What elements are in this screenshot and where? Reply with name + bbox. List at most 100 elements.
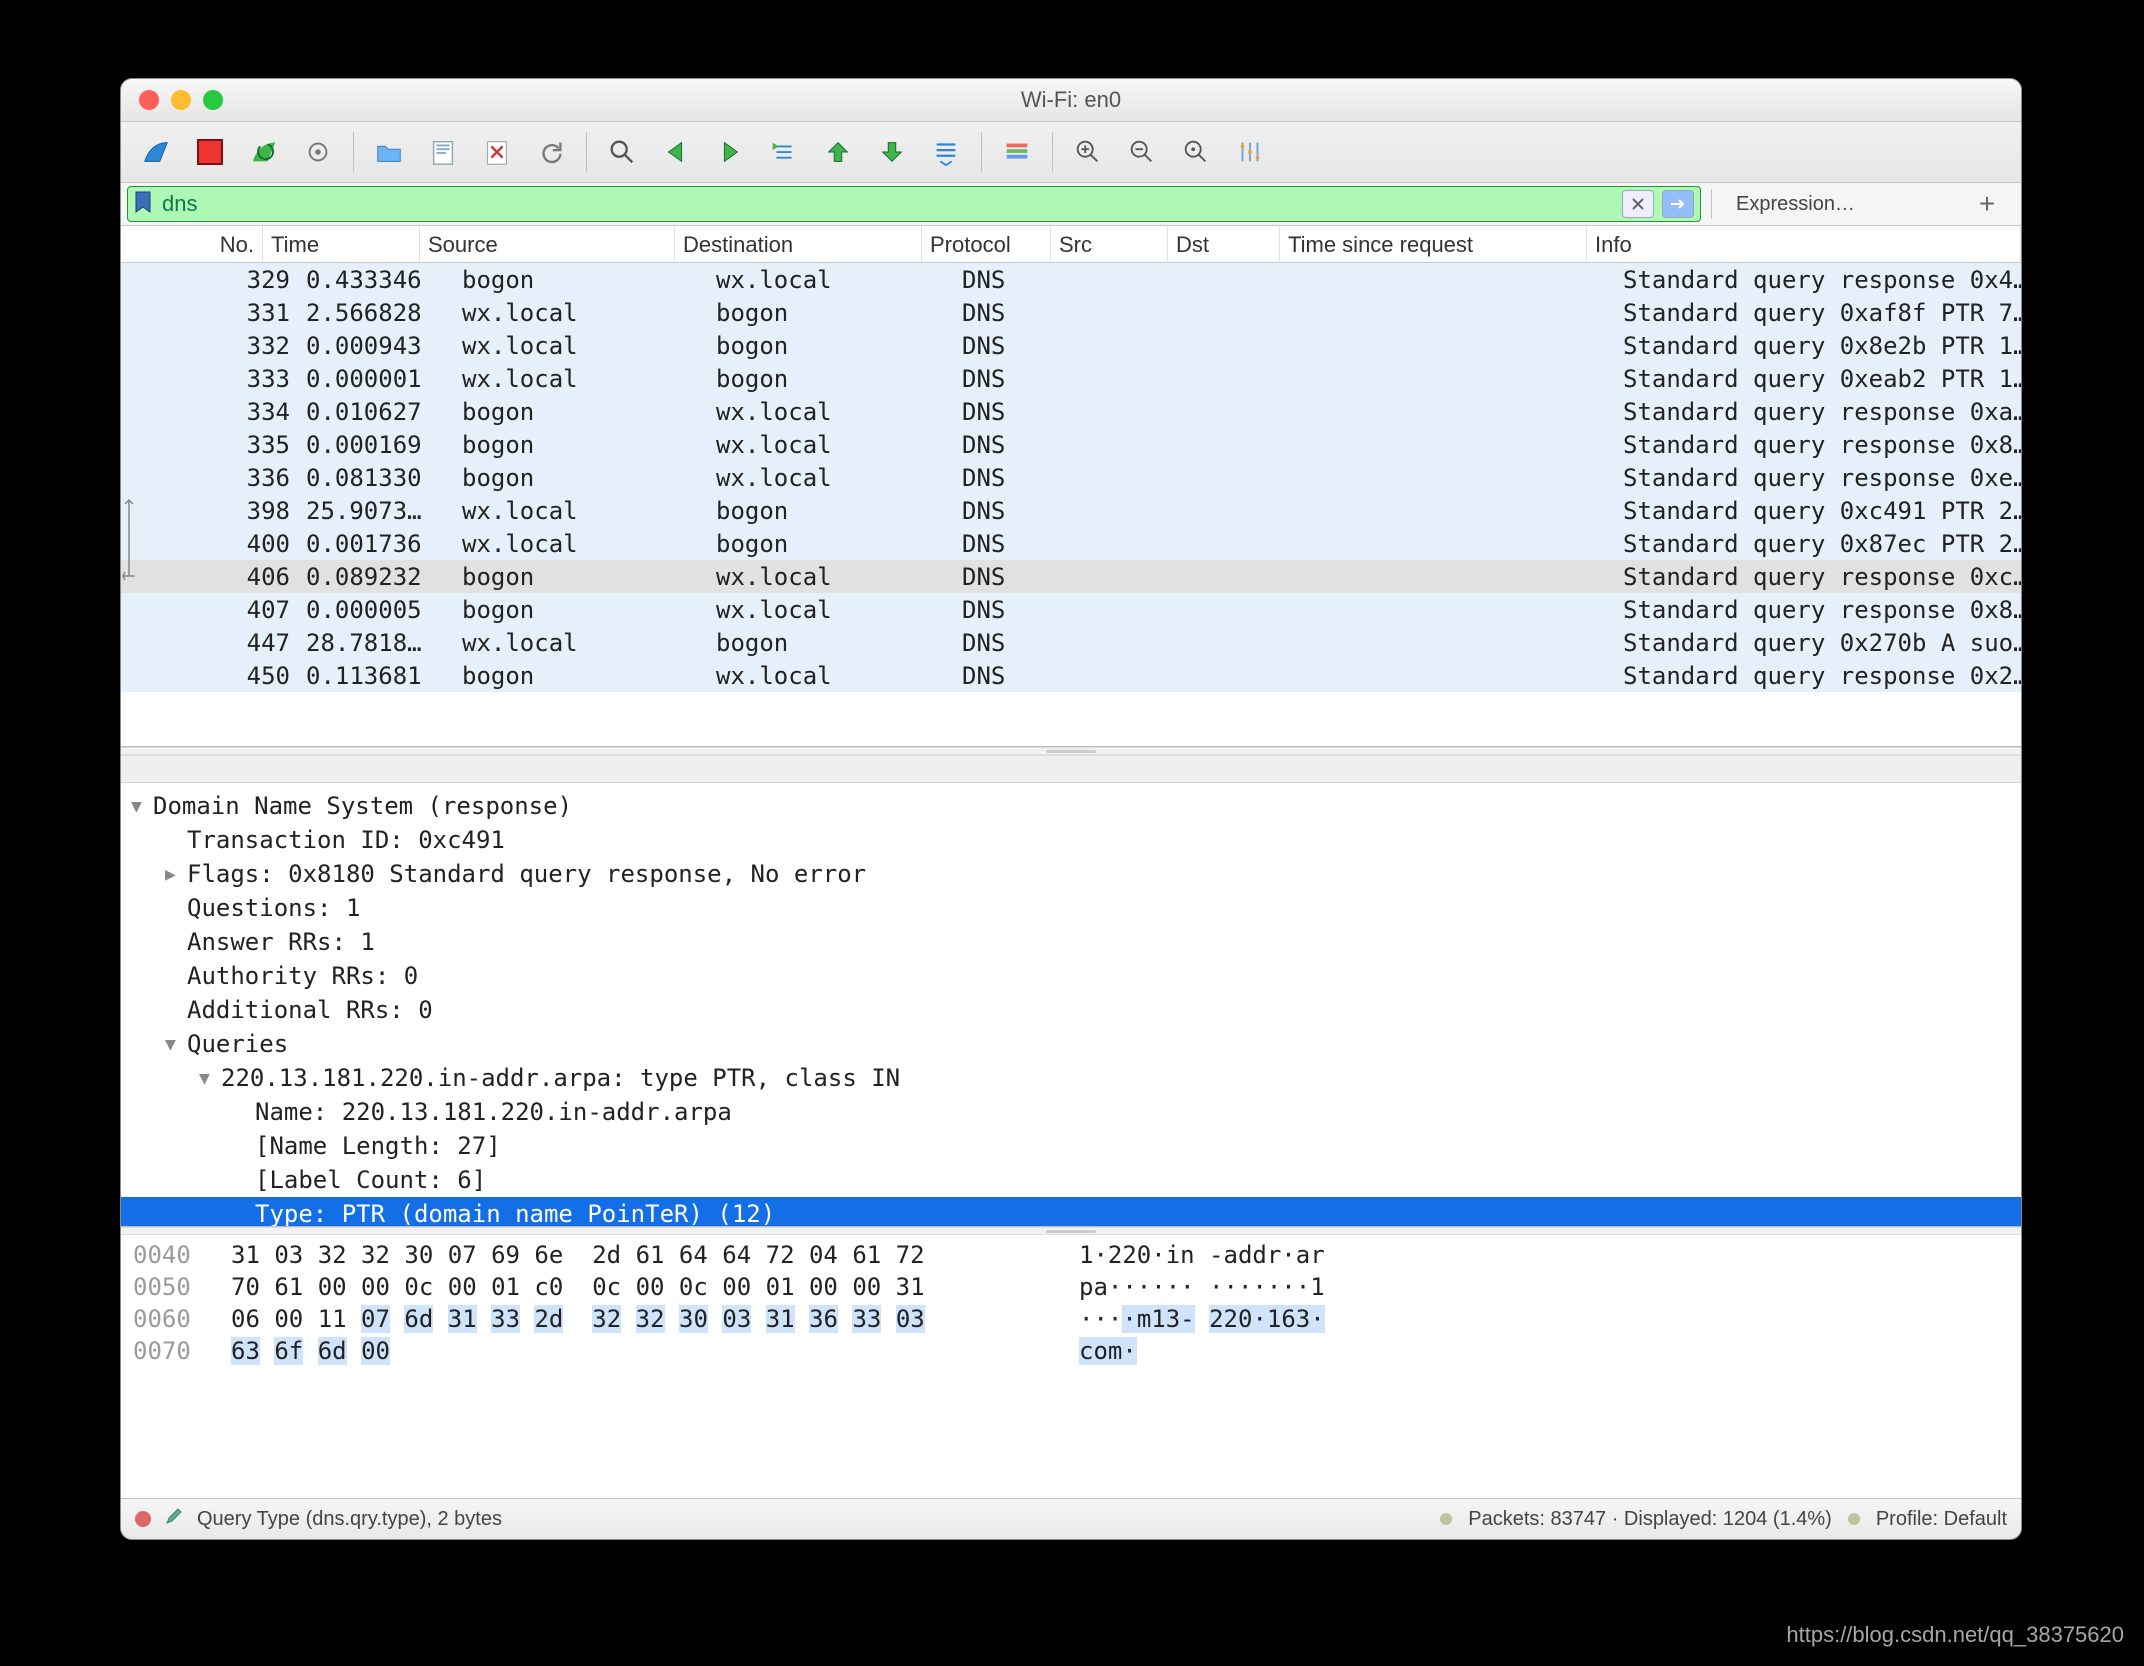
go-back-button[interactable] xyxy=(651,127,701,177)
disclosure-triangle-icon xyxy=(233,1136,255,1157)
colorize-button[interactable] xyxy=(992,127,1042,177)
go-first-button[interactable] xyxy=(813,127,863,177)
tree-line[interactable]: ▼220.13.181.220.in-addr.arpa: type PTR, … xyxy=(121,1061,2021,1095)
packet-row[interactable]: 4070.000005bogonwx.localDNSStandard quer… xyxy=(121,593,2022,626)
tree-line[interactable]: [Label Count: 6] xyxy=(121,1163,2021,1197)
go-last-button[interactable] xyxy=(867,127,917,177)
packet-row[interactable]: 3320.000943wx.localbogonDNSStandard quer… xyxy=(121,329,2022,362)
zoom-reset-button[interactable] xyxy=(1171,127,1221,177)
packet-row[interactable]: 3330.000001wx.localbogonDNSStandard quer… xyxy=(121,362,2022,395)
tree-line[interactable]: [Name Length: 27] xyxy=(121,1129,2021,1163)
status-profile-text[interactable]: Profile: Default xyxy=(1876,1508,2007,1531)
tree-line[interactable]: Authority RRs: 0 xyxy=(121,959,2021,993)
status-bar: Query Type (dns.qry.type), 2 bytes Packe… xyxy=(121,1498,2021,1539)
col-header-dest[interactable]: Destination xyxy=(675,226,922,262)
tree-line[interactable]: ▼Queries xyxy=(121,1027,2021,1061)
packet-details-pane[interactable]: ▼Domain Name System (response) Transacti… xyxy=(121,755,2021,1227)
hex-line[interactable]: 007063 6f 6d 00com· xyxy=(133,1337,2009,1369)
col-header-tsr[interactable]: Time since request xyxy=(1280,226,1587,262)
packet-row[interactable]: 3312.566828wx.localbogonDNSStandard quer… xyxy=(121,296,2022,329)
packet-row[interactable]: 3290.433346bogonwx.localDNSStandard quer… xyxy=(121,263,2022,296)
tree-line[interactable]: Transaction ID: 0xc491 xyxy=(121,823,2021,857)
packet-row[interactable]: 4000.001736wx.localbogonDNSStandard quer… xyxy=(121,527,2022,560)
capture-dot-icon xyxy=(1440,1513,1452,1525)
display-filter-box xyxy=(127,186,1701,222)
disclosure-triangle-icon[interactable]: ▼ xyxy=(131,796,153,817)
disclosure-triangle-icon xyxy=(165,830,187,851)
wireshark-window: Wi-Fi: en0 xyxy=(120,78,2022,1540)
splitter-top[interactable] xyxy=(121,747,2021,755)
main-toolbar xyxy=(121,122,2021,183)
disclosure-triangle-icon xyxy=(165,966,187,987)
splitter-bottom[interactable] xyxy=(121,1227,2021,1235)
tree-line[interactable]: Answer RRs: 1 xyxy=(121,925,2021,959)
titlebar: Wi-Fi: en0 xyxy=(121,79,2021,122)
auto-scroll-button[interactable] xyxy=(921,127,971,177)
add-filter-button[interactable]: + xyxy=(1969,188,2005,220)
display-filter-bar: Expression… + xyxy=(121,183,2021,226)
status-field-text: Query Type (dns.qry.type), 2 bytes xyxy=(197,1508,502,1531)
tree-line[interactable]: Additional RRs: 0 xyxy=(121,993,2021,1027)
packet-row[interactable]: 4500.113681bogonwx.localDNSStandard quer… xyxy=(121,659,2022,692)
col-header-time[interactable]: Time xyxy=(263,226,420,262)
packet-row[interactable]: 44728.7818…wx.localbogonDNSStandard quer… xyxy=(121,626,2022,659)
tree-line[interactable]: Name: 220.13.181.220.in-addr.arpa xyxy=(121,1095,2021,1129)
expert-info-icon[interactable] xyxy=(135,1511,151,1527)
hex-line[interactable]: 006006 00 11 07 6d 31 33 2d 32 32 30 03 … xyxy=(133,1305,2009,1337)
display-filter-input[interactable] xyxy=(160,190,1614,218)
col-header-proto[interactable]: Protocol xyxy=(922,226,1051,262)
tree-line[interactable]: ▶Flags: 0x8180 Standard query response, … xyxy=(121,857,2021,891)
watermark-text: https://blog.csdn.net/qq_38375620 xyxy=(1786,1622,2124,1648)
stop-button[interactable] xyxy=(185,127,235,177)
profile-dot-icon xyxy=(1848,1513,1860,1525)
col-header-dstport[interactable]: Dst xyxy=(1168,226,1280,262)
disclosure-triangle-icon[interactable]: ▼ xyxy=(199,1068,221,1089)
save-file-button[interactable] xyxy=(418,127,468,177)
status-packets-text: Packets: 83747 · Displayed: 1204 (1.4%) xyxy=(1468,1508,1832,1531)
close-file-button[interactable] xyxy=(472,127,522,177)
disclosure-triangle-icon xyxy=(165,898,187,919)
packet-row[interactable]: 3340.010627bogonwx.localDNSStandard quer… xyxy=(121,395,2022,428)
clear-filter-button[interactable] xyxy=(1622,190,1654,218)
tree-line[interactable]: Questions: 1 xyxy=(121,891,2021,925)
go-forward-button[interactable] xyxy=(705,127,755,177)
packet-row[interactable]: 39825.9073…wx.localbogonDNSStandard quer… xyxy=(121,494,2022,527)
reload-button[interactable] xyxy=(526,127,576,177)
find-button[interactable] xyxy=(597,127,647,177)
col-header-no[interactable]: No. xyxy=(121,226,263,262)
disclosure-triangle-icon[interactable]: ▶ xyxy=(165,864,187,885)
apply-filter-button[interactable] xyxy=(1662,190,1694,218)
packet-row[interactable]: 3350.000169bogonwx.localDNSStandard quer… xyxy=(121,428,2022,461)
col-header-source[interactable]: Source xyxy=(420,226,675,262)
disclosure-triangle-icon xyxy=(233,1170,255,1191)
edit-icon[interactable] xyxy=(165,1507,183,1531)
packet-list-pane: No. Time Source Destination Protocol Src… xyxy=(121,226,2021,747)
zoom-out-button[interactable] xyxy=(1117,127,1167,177)
restart-button[interactable] xyxy=(239,127,289,177)
disclosure-triangle-icon xyxy=(165,1000,187,1021)
disclosure-triangle-icon xyxy=(233,1204,255,1225)
bookmark-icon[interactable] xyxy=(134,191,152,218)
shark-fin-icon[interactable] xyxy=(131,127,181,177)
tree-line[interactable]: Type: PTR (domain name PoinTeR) (12) xyxy=(121,1197,2021,1227)
window-title: Wi-Fi: en0 xyxy=(121,87,2021,113)
col-header-info[interactable]: Info xyxy=(1587,226,2021,262)
packet-list-header[interactable]: No. Time Source Destination Protocol Src… xyxy=(121,226,2021,263)
packet-list-body[interactable]: 3290.433346bogonwx.localDNSStandard quer… xyxy=(121,263,2022,746)
tree-line[interactable]: ▼Domain Name System (response) xyxy=(121,789,2021,823)
expression-button[interactable]: Expression… xyxy=(1726,189,1865,220)
capture-options-button[interactable] xyxy=(293,127,343,177)
go-to-packet-button[interactable] xyxy=(759,127,809,177)
col-header-srcport[interactable]: Src xyxy=(1051,226,1168,262)
open-file-button[interactable] xyxy=(364,127,414,177)
packet-row[interactable]: 3360.081330bogonwx.localDNSStandard quer… xyxy=(121,461,2022,494)
resize-columns-button[interactable] xyxy=(1225,127,1275,177)
zoom-in-button[interactable] xyxy=(1063,127,1113,177)
disclosure-triangle-icon[interactable]: ▼ xyxy=(165,1034,187,1055)
disclosure-triangle-icon xyxy=(165,932,187,953)
packet-bytes-pane[interactable]: 004031 03 32 32 30 07 69 6e 2d 61 64 64 … xyxy=(121,1235,2021,1498)
hex-line[interactable]: 005070 61 00 00 0c 00 01 c0 0c 00 0c 00 … xyxy=(133,1273,2009,1305)
disclosure-triangle-icon xyxy=(233,1102,255,1123)
packet-row[interactable]: 4060.089232bogonwx.localDNSStandard quer… xyxy=(121,560,2022,593)
hex-line[interactable]: 004031 03 32 32 30 07 69 6e 2d 61 64 64 … xyxy=(133,1241,2009,1273)
